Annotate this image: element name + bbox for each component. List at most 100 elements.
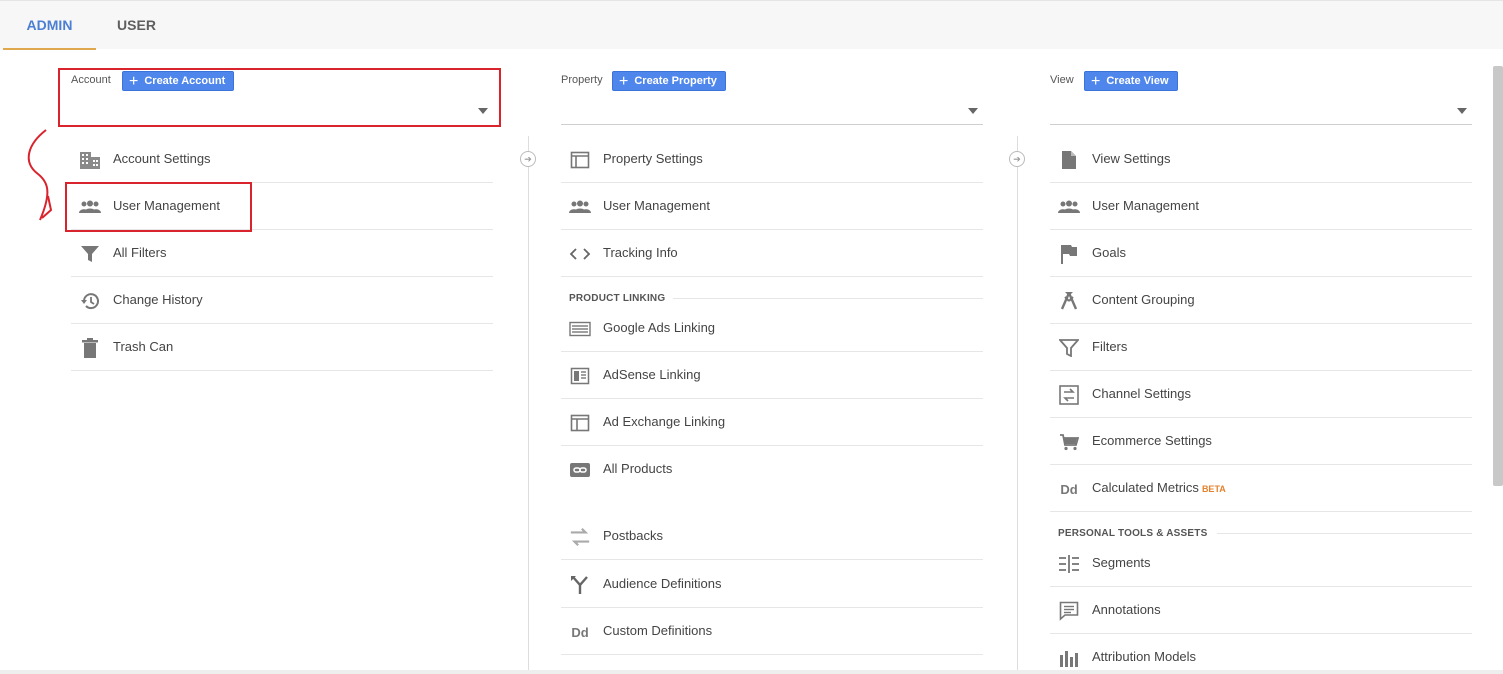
code-icon (569, 244, 591, 264)
product-linking-header: PRODUCT LINKING (569, 293, 666, 304)
adsense-icon (569, 366, 591, 386)
item-label: Annotations (1092, 602, 1161, 617)
plus-icon: + (619, 73, 629, 90)
item-label: All Filters (113, 245, 167, 260)
view-item-annotations[interactable]: Annotations (1050, 587, 1472, 634)
calculated-metrics-label: Calculated Metrics (1092, 480, 1199, 495)
people-icon (1058, 197, 1080, 217)
property-item-adsense-linking[interactable]: AdSense Linking (561, 352, 983, 399)
item-label: User Management (603, 198, 710, 213)
history-icon (79, 291, 101, 311)
view-item-user-management[interactable]: User Management (1050, 183, 1472, 230)
view-label: View (1050, 74, 1074, 86)
item-label: Attribution Models (1092, 649, 1197, 664)
item-label: Filters (1092, 339, 1128, 354)
caret-down-icon (968, 108, 978, 114)
item-label: Postbacks (603, 528, 663, 543)
adexchange-icon (569, 413, 591, 433)
property-item-audience-definitions[interactable]: Audience Definitions (561, 561, 983, 608)
arrow-right-icon: ➔ (1009, 151, 1025, 167)
trash-icon (79, 338, 101, 358)
view-item-filters[interactable]: Filters (1050, 324, 1472, 371)
item-label: Trash Can (113, 339, 174, 354)
property-item-custom-definitions[interactable]: Dd Custom Definitions (561, 608, 983, 655)
view-selector[interactable] (1050, 99, 1472, 125)
dd-icon: Dd (571, 624, 589, 640)
property-item-google-ads-linking[interactable]: Google Ads Linking (561, 305, 983, 352)
segments-icon (1058, 554, 1080, 574)
tab-admin[interactable]: ADMIN (3, 1, 96, 50)
divider (1217, 533, 1472, 534)
account-item-change-history[interactable]: Change History (71, 277, 493, 324)
item-label: Audience Definitions (603, 576, 722, 591)
property-item-postbacks[interactable]: Postbacks (561, 513, 983, 560)
ads-icon (569, 319, 591, 339)
item-label: Google Ads Linking (603, 320, 716, 335)
admin-user-tabs: ADMIN USER (0, 0, 1503, 50)
view-item-view-settings[interactable]: View Settings (1050, 136, 1472, 183)
link-icon (569, 460, 591, 480)
view-item-segments[interactable]: Segments (1050, 540, 1472, 587)
property-item-user-management[interactable]: User Management (561, 183, 983, 230)
property-label: Property (561, 74, 603, 86)
view-header: View + Create View (1050, 71, 1472, 91)
create-property-button[interactable]: + Create Property (612, 71, 726, 91)
view-item-calculated-metrics[interactable]: Dd Calculated Metrics BETA (1050, 465, 1472, 512)
item-label: Calculated Metrics BETA (1092, 480, 1226, 495)
column-divider (1017, 136, 1018, 674)
item-label: Change History (113, 292, 203, 307)
layout-icon (569, 150, 591, 170)
view-item-goals[interactable]: Goals (1050, 230, 1472, 277)
item-label: Tracking Info (603, 245, 678, 260)
item-label: Ad Exchange Linking (603, 414, 726, 429)
property-item-ad-exchange-linking[interactable]: Ad Exchange Linking (561, 399, 983, 446)
postbacks-icon (569, 527, 591, 547)
comment-icon (1058, 601, 1080, 621)
create-view-button[interactable]: + Create View (1084, 71, 1178, 91)
property-item-all-products[interactable]: All Products (561, 446, 983, 493)
filter-icon (79, 244, 101, 264)
people-icon (569, 197, 591, 217)
property-item-tracking-info[interactable]: Tracking Info (561, 230, 983, 277)
fork-icon (569, 575, 591, 595)
annotation-arrow-icon (27, 129, 53, 221)
item-label: Content Grouping (1092, 292, 1195, 307)
tab-user[interactable]: USER (100, 1, 173, 50)
item-label: Channel Settings (1092, 386, 1192, 401)
item-label: All Products (603, 461, 673, 476)
beta-badge: BETA (1201, 484, 1226, 494)
item-label: Property Settings (603, 151, 703, 166)
cart-icon (1058, 432, 1080, 452)
bottom-bar (0, 670, 1503, 674)
flag-icon (1058, 244, 1080, 264)
column-divider (528, 136, 529, 674)
divider (673, 298, 983, 299)
dd-icon: Dd (1060, 481, 1078, 497)
item-label: View Settings (1092, 151, 1171, 166)
account-item-account-settings[interactable]: Account Settings (71, 136, 493, 183)
filter-icon (1058, 338, 1080, 358)
property-item-property-settings[interactable]: Property Settings (561, 136, 983, 183)
property-selector[interactable] (561, 99, 983, 125)
personal-tools-header: PERSONAL TOOLS & ASSETS (1058, 528, 1208, 539)
caret-down-icon (1457, 108, 1467, 114)
account-item-trash-can[interactable]: Trash Can (71, 324, 493, 371)
channel-icon (1058, 385, 1080, 405)
item-label: User Management (1092, 198, 1199, 213)
view-item-content-grouping[interactable]: Content Grouping (1050, 277, 1472, 324)
document-icon (1058, 150, 1080, 170)
item-label: Segments (1092, 555, 1151, 570)
arrow-right-icon: ➔ (520, 151, 536, 167)
view-item-channel-settings[interactable]: Channel Settings (1050, 371, 1472, 418)
item-label: AdSense Linking (603, 367, 701, 382)
view-item-attribution-models[interactable]: Attribution Models (1050, 634, 1472, 674)
grouping-icon (1058, 291, 1080, 311)
item-label: Goals (1092, 245, 1126, 260)
scrollbar[interactable] (1493, 66, 1503, 486)
bars-icon (1058, 648, 1080, 668)
view-item-ecommerce-settings[interactable]: Ecommerce Settings (1050, 418, 1472, 465)
item-label: Ecommerce Settings (1092, 433, 1212, 448)
account-item-all-filters[interactable]: All Filters (71, 230, 493, 277)
highlight-account-box (58, 68, 501, 127)
plus-icon: + (1091, 73, 1101, 90)
